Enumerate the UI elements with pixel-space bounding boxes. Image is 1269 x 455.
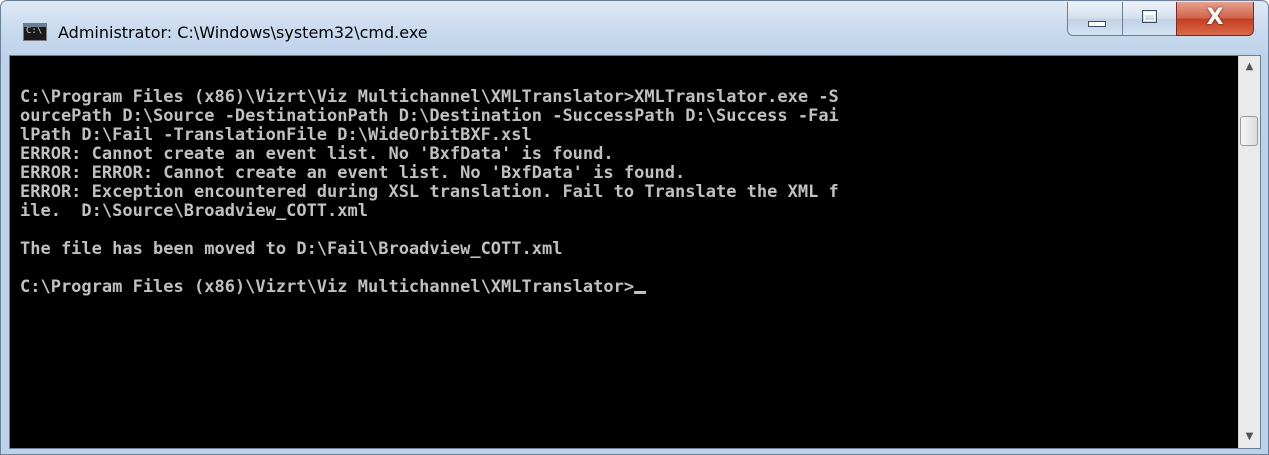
minimize-button[interactable] (1067, 2, 1123, 36)
console-line: The file has been moved to D:\Fail\Broad… (20, 239, 563, 259)
console-line: C:\Program Files (x86)\Vizrt\Viz Multich… (20, 87, 839, 107)
title-bar[interactable]: C:\ Administrator: C:\Windows\system32\c… (1, 1, 1268, 55)
cmd-icon-label: C:\ (26, 26, 43, 36)
vertical-scrollbar[interactable]: ▲ ▼ (1238, 56, 1260, 448)
scroll-up-arrow-icon[interactable]: ▲ (1239, 56, 1260, 78)
console-line: ERROR: Exception encountered during XSL … (20, 182, 839, 202)
maximize-button[interactable] (1122, 2, 1177, 36)
console-text: C:\Program Files (x86)\Vizrt\Viz Multich… (10, 56, 1238, 297)
close-button[interactable]: X (1176, 2, 1254, 36)
scroll-down-arrow-icon[interactable]: ▼ (1239, 426, 1260, 448)
window-title: Administrator: C:\Windows\system32\cmd.e… (58, 23, 428, 42)
console-frame: C:\Program Files (x86)\Vizrt\Viz Multich… (9, 55, 1261, 449)
console-line: ERROR: Cannot create an event list. No '… (20, 144, 614, 164)
maximize-icon (1142, 10, 1157, 23)
console-prompt: C:\Program Files (x86)\Vizrt\Viz Multich… (20, 277, 635, 297)
console-line: ourcePath D:\Source -DestinationPath D:\… (20, 106, 839, 126)
close-icon: X (1206, 5, 1224, 30)
cmd-icon[interactable]: C:\ (23, 23, 47, 41)
minimize-icon (1088, 21, 1106, 27)
caption-buttons: X (1067, 2, 1254, 36)
cmd-window: C:\ Administrator: C:\Windows\system32\c… (0, 0, 1269, 455)
console-line: ERROR: ERROR: Cannot create an event lis… (20, 163, 686, 183)
text-cursor (634, 291, 647, 294)
console-line: ile. D:\Source\Broadview_COTT.xml (20, 201, 368, 221)
console-line: lPath D:\Fail -TranslationFile D:\WideOr… (20, 125, 532, 145)
console-output[interactable]: C:\Program Files (x86)\Vizrt\Viz Multich… (10, 56, 1238, 448)
scroll-thumb[interactable] (1240, 116, 1258, 146)
